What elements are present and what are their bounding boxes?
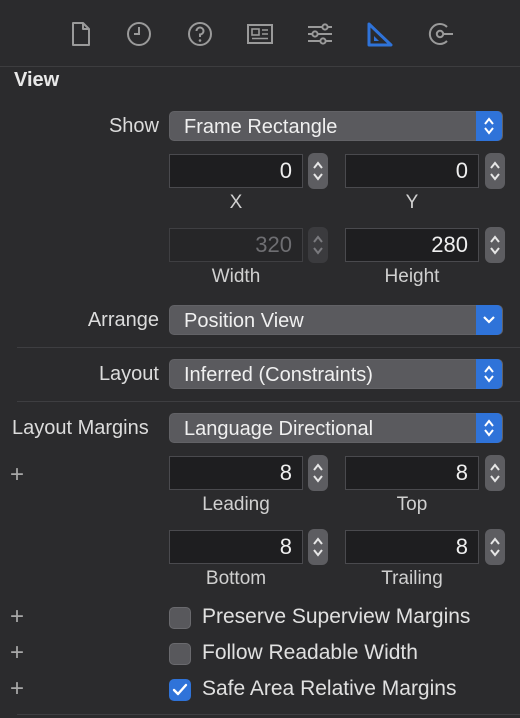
leading-stepper[interactable] (308, 455, 328, 491)
updown-arrows-icon (476, 111, 502, 141)
chevron-down-icon (476, 305, 502, 335)
add-safe-area-variation-button[interactable]: + (10, 675, 24, 703)
section-title: View (14, 69, 60, 91)
y-field[interactable]: 0 (345, 154, 479, 188)
trailing-field[interactable]: 8 (345, 530, 479, 564)
bottom-field[interactable]: 8 (169, 530, 303, 564)
attributes-icon[interactable] (304, 18, 336, 50)
connections-icon[interactable] (424, 18, 456, 50)
leading-label: Leading (202, 494, 270, 515)
checkmark-icon (172, 683, 188, 696)
layout-popup-value: Inferred (Constraints) (184, 364, 373, 386)
layout-margins-popup[interactable]: Language Directional (169, 413, 503, 443)
add-preserve-variation-button[interactable]: + (10, 603, 24, 631)
updown-arrows-icon (476, 359, 502, 389)
identity-icon[interactable] (244, 18, 276, 50)
help-icon[interactable] (184, 18, 216, 50)
bottom-stepper[interactable] (308, 529, 328, 565)
arrange-label: Arrange (87, 309, 159, 331)
width-stepper (308, 227, 328, 263)
top-label: Top (396, 494, 428, 515)
leading-field[interactable]: 8 (169, 456, 303, 490)
updown-arrows-icon (476, 413, 502, 443)
height-field[interactable]: 280 (345, 228, 479, 262)
layout-label: Layout (98, 363, 159, 385)
arrange-popup-value: Position View (184, 310, 304, 332)
show-label: Show (108, 115, 159, 137)
safe-area-relative-margins-label: Safe Area Relative Margins (202, 677, 457, 700)
divider (17, 714, 520, 715)
x-stepper[interactable] (308, 153, 328, 189)
arrange-popup[interactable]: Position View (169, 305, 503, 335)
show-popup[interactable]: Frame Rectangle (169, 111, 503, 141)
follow-readable-width-label: Follow Readable Width (202, 641, 418, 664)
preserve-superview-margins-label: Preserve Superview Margins (202, 605, 471, 628)
layout-margins-popup-value: Language Directional (184, 418, 374, 440)
file-inspector-icon[interactable] (64, 18, 96, 50)
height-label: Height (384, 266, 440, 287)
y-label: Y (405, 192, 419, 213)
top-stepper[interactable] (485, 455, 505, 491)
layout-popup[interactable]: Inferred (Constraints) (169, 359, 503, 389)
trailing-stepper[interactable] (485, 529, 505, 565)
divider (17, 347, 520, 348)
layout-margins-label: Layout Margins (12, 417, 149, 439)
x-label: X (229, 192, 243, 213)
follow-readable-width-checkbox[interactable] (169, 643, 191, 665)
x-field[interactable]: 0 (169, 154, 303, 188)
height-stepper[interactable] (485, 227, 505, 263)
width-label: Width (211, 266, 261, 287)
add-margin-variation-button[interactable]: + (10, 461, 24, 489)
history-icon[interactable] (123, 18, 155, 50)
safe-area-relative-margins-checkbox[interactable] (169, 679, 191, 701)
show-popup-value: Frame Rectangle (184, 116, 338, 138)
trailing-label: Trailing (381, 568, 443, 589)
width-field: 320 (169, 228, 303, 262)
y-stepper[interactable] (485, 153, 505, 189)
size-inspector-icon[interactable] (364, 18, 396, 50)
bottom-label: Bottom (205, 568, 267, 589)
top-field[interactable]: 8 (345, 456, 479, 490)
add-readable-variation-button[interactable]: + (10, 639, 24, 667)
preserve-superview-margins-checkbox[interactable] (169, 607, 191, 629)
inspector-toolbar (0, 0, 520, 67)
divider (17, 401, 520, 402)
